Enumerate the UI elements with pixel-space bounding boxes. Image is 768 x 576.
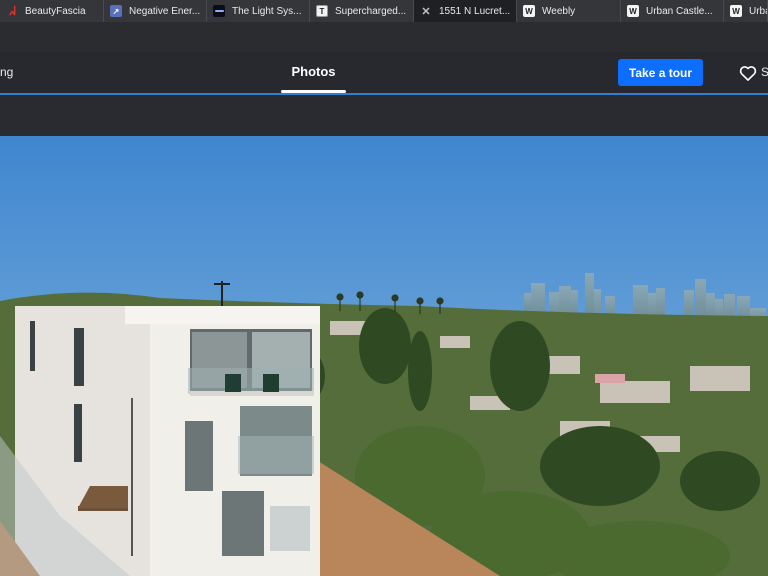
- tab-lucretia-active[interactable]: ✕ 1551 N Lucret...: [414, 0, 517, 22]
- tab-title: Negative Ener...: [129, 5, 201, 17]
- tab-light-system[interactable]: The Light Sys...: [207, 0, 310, 22]
- light-system-favicon-icon: [213, 5, 225, 17]
- negative-energy-favicon-icon: ↗: [110, 5, 122, 17]
- tab-title: The Light Sys...: [232, 5, 302, 17]
- tab-weebly[interactable]: W Weebly: [517, 0, 621, 22]
- listing-photo[interactable]: [0, 136, 768, 576]
- tab-urban-castle[interactable]: W Urban Castle...: [621, 0, 724, 22]
- close-tab-icon[interactable]: ✕: [420, 5, 432, 18]
- tab-beautyfascia[interactable]: ᖽ BeautyFascia: [0, 0, 104, 22]
- take-a-tour-button[interactable]: Take a tour: [618, 59, 703, 86]
- sub-navigation-bar: [0, 95, 768, 136]
- tab-title: Weebly: [542, 5, 576, 17]
- weebly-favicon-icon: W: [627, 5, 639, 17]
- tab-photos[interactable]: Photos: [281, 64, 346, 79]
- nav-item-partial[interactable]: ng: [0, 65, 13, 79]
- weebly-favicon-icon: W: [730, 5, 742, 17]
- heart-icon[interactable]: [738, 63, 758, 83]
- beautyfascia-favicon-icon: ᖽ: [8, 3, 16, 18]
- tab-title: Urba: [749, 5, 767, 17]
- t-favicon-icon: T: [316, 5, 328, 17]
- tab-title: BeautyFascia: [25, 5, 86, 17]
- tab-urban[interactable]: W Urba: [724, 0, 768, 22]
- save-label[interactable]: S: [761, 65, 768, 79]
- listing-header: ng Photos Take a tour S: [0, 52, 768, 93]
- tab-title: Urban Castle...: [646, 5, 713, 17]
- tab-supercharged[interactable]: T Supercharged...: [310, 0, 414, 22]
- tab-title: 1551 N Lucret...: [439, 5, 511, 17]
- weebly-favicon-icon: W: [523, 5, 535, 17]
- tab-negative-energy[interactable]: ↗ Negative Ener...: [104, 0, 207, 22]
- tab-title: Supercharged...: [335, 5, 407, 17]
- browser-toolbar-area: [0, 22, 768, 52]
- browser-tab-strip: ᖽ BeautyFascia ↗ Negative Ener... The Li…: [0, 0, 768, 22]
- property-photo-image: [0, 136, 768, 576]
